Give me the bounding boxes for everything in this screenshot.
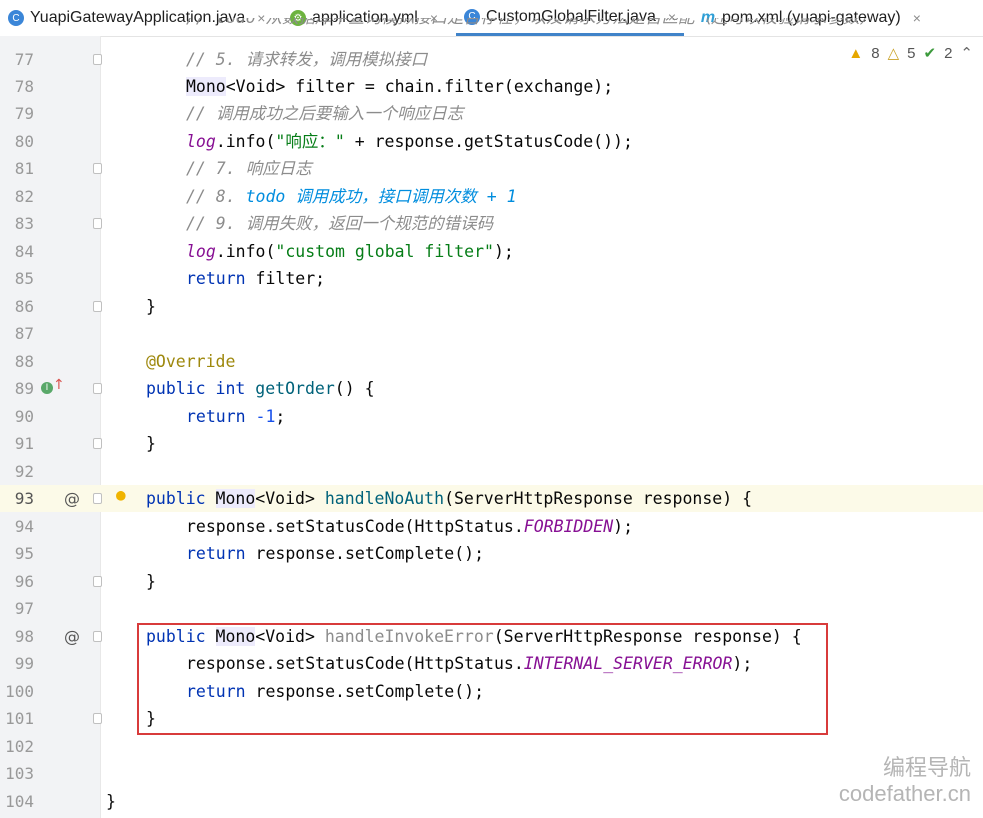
- code-text: }: [146, 297, 156, 316]
- code-line: 83 // 9. 调用失败，返回一个规范的错误码: [0, 210, 983, 237]
- line-number: 88: [14, 352, 34, 371]
- line-number: 95: [14, 544, 34, 563]
- line-number: 80: [14, 132, 34, 151]
- line-number: 90: [14, 407, 34, 426]
- line-number: 96: [14, 572, 34, 591]
- code-line: 84 log.info("custom global filter");: [0, 238, 983, 265]
- comment-text: // todo 从数据库中查询模拟接口是否存在，以及请求方法是否匹配（还可以校验…: [186, 18, 876, 31]
- code-text: }: [106, 792, 116, 811]
- annotation-marker-icon[interactable]: @: [64, 623, 80, 650]
- line-number: 92: [14, 462, 34, 481]
- line-number: 85: [14, 269, 34, 288]
- warning-count: 8: [871, 44, 880, 62]
- code-text: return response.setComplete();: [186, 544, 485, 563]
- comment-text: // 9. 调用失败，返回一个规范的错误码: [186, 214, 494, 233]
- code-line: 82 // 8. todo 调用成功，接口调用次数 + 1: [0, 183, 983, 210]
- intention-bulb-icon[interactable]: ●: [116, 485, 126, 504]
- line-number: 78: [14, 77, 34, 96]
- fold-marker-icon[interactable]: [93, 493, 102, 504]
- line-number: 98: [14, 627, 34, 646]
- weak-warning-count: 5: [907, 44, 916, 62]
- code-line: 79 // 调用成功之后要输入一个响应日志: [0, 100, 983, 127]
- code-line: 104 }: [0, 788, 983, 815]
- fold-marker-icon[interactable]: [93, 218, 102, 229]
- line-number: 83: [14, 214, 34, 233]
- line-number: 97: [14, 599, 34, 618]
- line-number: 86: [14, 297, 34, 316]
- code-text: public Mono<Void> handleNoAuth(ServerHtt…: [146, 489, 753, 508]
- fold-marker-icon[interactable]: [93, 438, 102, 449]
- code-line: 95 return response.setComplete();: [0, 540, 983, 567]
- code-line: 90 return -1;: [0, 403, 983, 430]
- line-number: 87: [14, 324, 34, 343]
- watermark-url: codefather.cn: [838, 781, 971, 806]
- code-line: 85 return filter;: [0, 265, 983, 292]
- code-text: }: [146, 572, 156, 591]
- line-number: 102: [5, 737, 34, 756]
- arrow-up-icon: ↑: [53, 377, 65, 393]
- line-number: 103: [5, 764, 34, 783]
- annotation-text: @Override: [146, 352, 236, 371]
- line-number: 82: [14, 187, 34, 206]
- code-line: 94 response.setStatusCode(HttpStatus.FOR…: [0, 513, 983, 540]
- code-text: // 8. todo 调用成功，接口调用次数 + 1: [186, 187, 517, 206]
- code-line: 77 // 5. 请求转发，调用模拟接口: [0, 46, 983, 73]
- line-number: 99: [14, 654, 34, 673]
- chevron-up-icon[interactable]: ⌃: [960, 44, 973, 62]
- code-text: }: [146, 434, 156, 453]
- comment-text: // 调用成功之后要输入一个响应日志: [186, 104, 464, 123]
- code-line: 86 }: [0, 293, 983, 320]
- fold-marker-icon[interactable]: [93, 383, 102, 394]
- code-line: 78 Mono<Void> filter = chain.filter(exch…: [0, 73, 983, 100]
- code-line: 97: [0, 595, 983, 622]
- comment-text: // 5. 请求转发，调用模拟接口: [186, 50, 428, 69]
- line-number: 89: [14, 379, 34, 398]
- code-line: 80 log.info("响应：" + response.getStatusCo…: [0, 128, 983, 155]
- line-number: 100: [5, 682, 34, 701]
- ok-count: 2: [944, 44, 953, 62]
- fold-marker-icon[interactable]: [93, 631, 102, 642]
- implements-method-icon[interactable]: I: [41, 382, 53, 394]
- code-text: response.setStatusCode(HttpStatus.FORBID…: [186, 517, 634, 536]
- line-number: 104: [5, 792, 34, 811]
- line-number: 91: [14, 434, 34, 453]
- code-line: 96 }: [0, 568, 983, 595]
- line-number: 79: [14, 104, 34, 123]
- fold-marker-icon[interactable]: [93, 54, 102, 65]
- code-text: return filter;: [186, 269, 326, 288]
- inspection-widget[interactable]: ▲ 8 △ 5 ✔ 2 ⌃: [848, 44, 973, 63]
- fold-marker-icon[interactable]: [93, 576, 102, 587]
- code-line: 91 }: [0, 430, 983, 457]
- fold-marker-icon[interactable]: [93, 163, 102, 174]
- warning-icon: ▲: [848, 44, 864, 62]
- line-number: 93: [14, 489, 34, 508]
- code-line-current: 93 @ ● public Mono<Void> handleNoAuth(Se…: [0, 485, 983, 512]
- line-number: 84: [14, 242, 34, 261]
- fold-marker-icon[interactable]: [93, 713, 102, 724]
- code-text: log.info("响应：" + response.getStatusCode(…: [186, 132, 633, 151]
- code-text: public int getOrder() {: [146, 379, 375, 398]
- code-text: return -1;: [186, 407, 286, 426]
- code-line: 103: [0, 760, 983, 787]
- annotation-marker-icon[interactable]: @: [64, 485, 80, 512]
- line-number: 77: [14, 50, 34, 69]
- code-line: 89 I ↑ public int getOrder() {: [0, 375, 983, 402]
- code-text: log.info("custom global filter");: [186, 242, 514, 261]
- check-icon: ✔: [923, 45, 937, 62]
- line-number: 101: [5, 709, 34, 728]
- code-line: 88 @Override: [0, 348, 983, 375]
- highlight-box: [137, 623, 828, 735]
- fold-marker-icon[interactable]: [93, 301, 102, 312]
- code-line: 102: [0, 733, 983, 760]
- code-line: 81 // 7. 响应日志: [0, 155, 983, 182]
- code-line: 92: [0, 458, 983, 485]
- watermark-title: 编程导航: [882, 755, 971, 780]
- code-line: // todo 从数据库中查询模拟接口是否存在，以及请求方法是否匹配（还可以校验…: [0, 18, 983, 36]
- line-number: 94: [14, 517, 34, 536]
- code-line: 87: [0, 320, 983, 347]
- weak-warning-icon: △: [887, 45, 900, 62]
- code-text: Mono<Void> filter = chain.filter(exchang…: [186, 77, 614, 96]
- line-number: 81: [14, 159, 34, 178]
- comment-text: // 7. 响应日志: [186, 159, 312, 178]
